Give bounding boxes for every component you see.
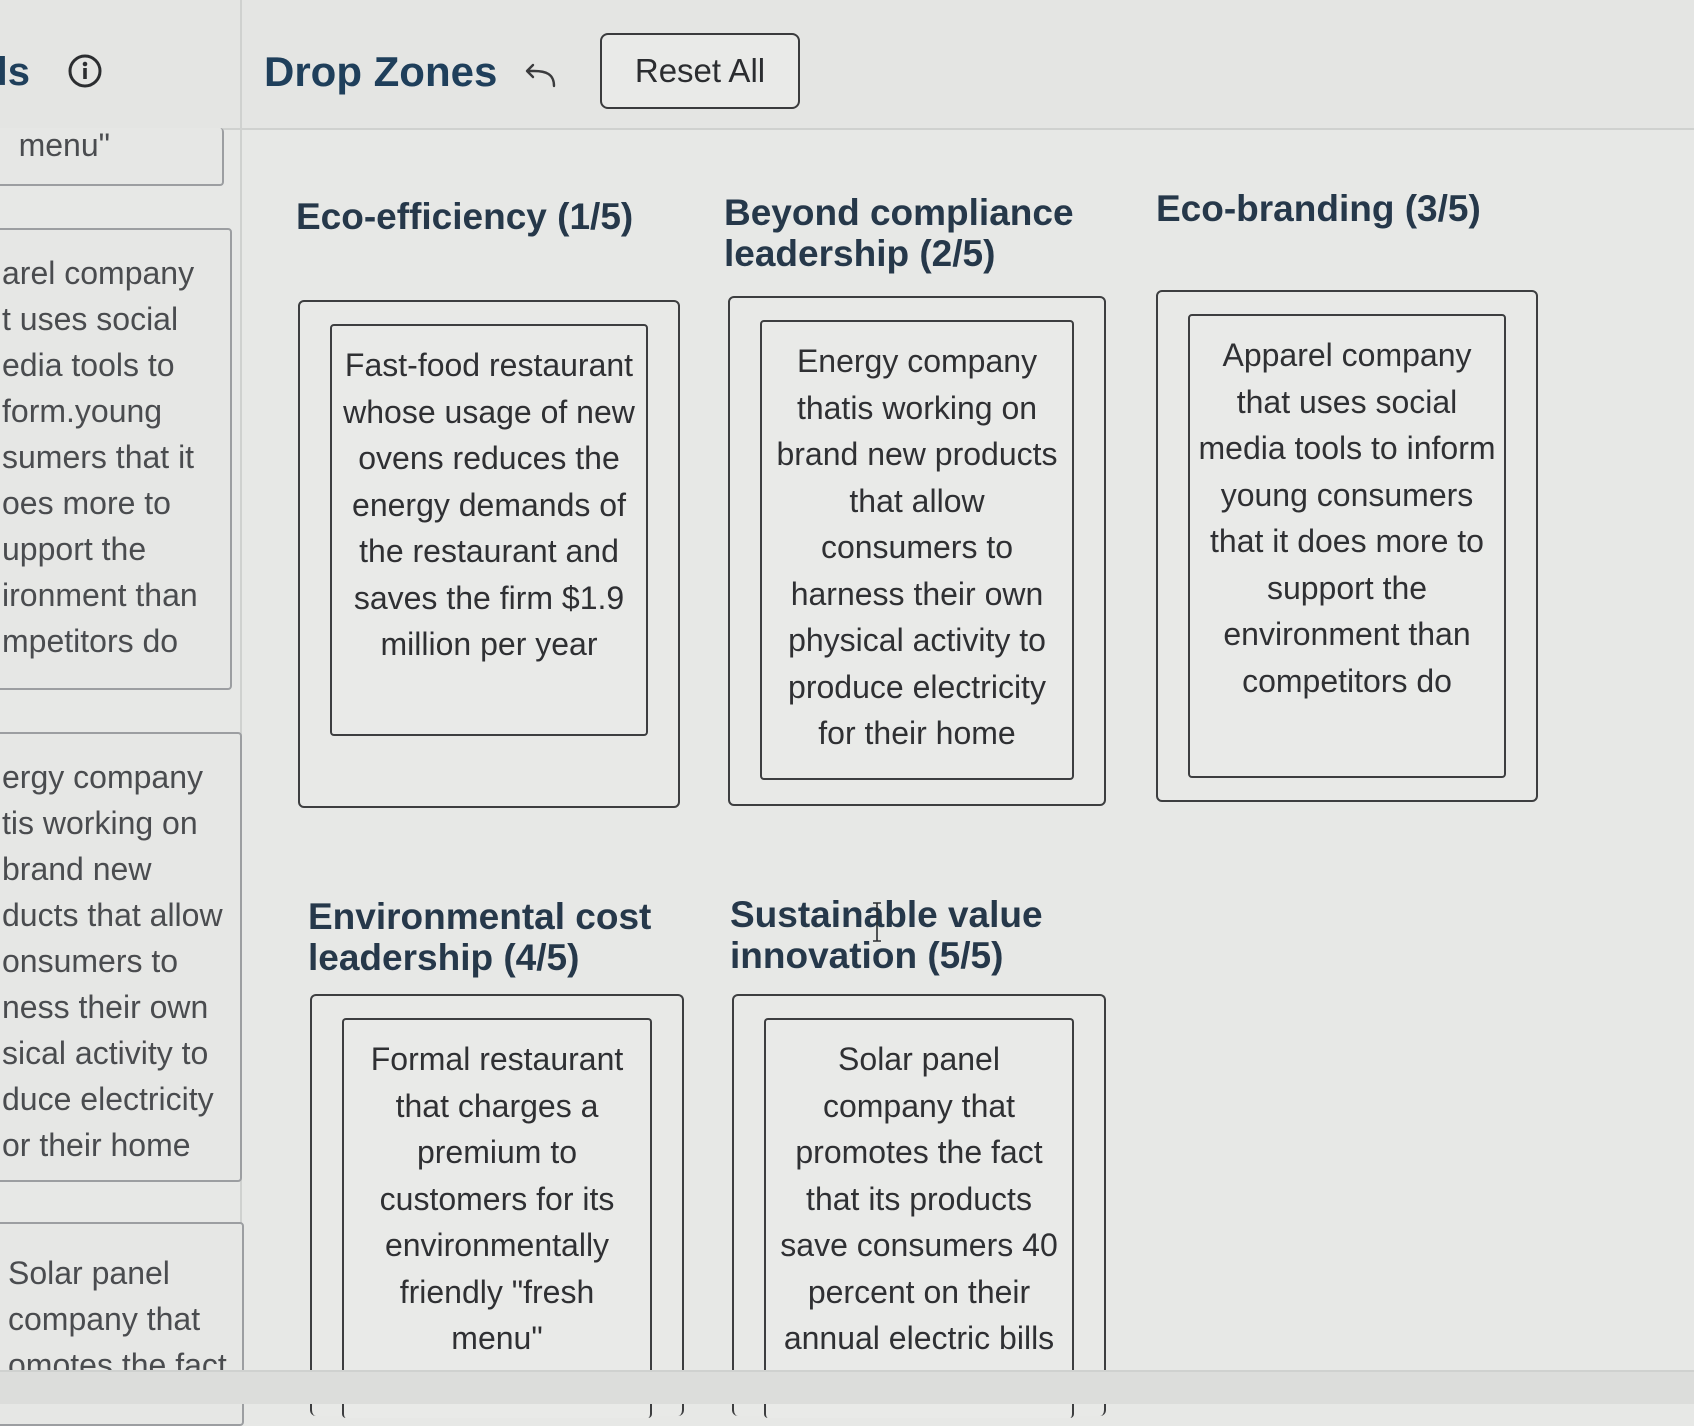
placed-card[interactable]: Solar panel company that promotes the fa… xyxy=(764,1018,1074,1418)
bottom-strip xyxy=(0,1370,1694,1404)
drop-zone-eco-branding[interactable]: Apparel company that uses social media t… xyxy=(1156,290,1538,802)
zone-heading-eco-efficiency: Eco-efficiency (1/5) xyxy=(296,196,634,237)
info-icon[interactable] xyxy=(68,54,102,88)
drop-zone-sustainable-value[interactable]: Solar panel company that promotes the fa… xyxy=(732,994,1106,1418)
pool-card-text: arel company t uses social edia tools to… xyxy=(2,255,198,659)
drop-zones-title: Drop Zones xyxy=(264,48,498,95)
zone-heading-beyond-compliance: Beyond compliance leadership (2/5) xyxy=(724,192,1074,274)
pool-card-text: ergy company tis working on brand new du… xyxy=(2,759,223,1163)
pool-panel-title: ls xyxy=(0,50,30,94)
pool-card-fragment[interactable]: menu" xyxy=(0,128,224,186)
placed-card[interactable]: Energy company thatis working on brand n… xyxy=(760,320,1074,780)
drop-zone-eco-efficiency[interactable]: Fast-food restaurant whose usage of new … xyxy=(298,300,680,808)
undo-icon[interactable] xyxy=(524,62,558,92)
pool-card-text: menu" xyxy=(18,128,110,163)
drop-zone-environmental-cost[interactable]: Formal restaurant that charges a premium… xyxy=(310,994,684,1418)
pool-card-text: Solar panel company that omotes the fact xyxy=(8,1255,227,1383)
reset-all-button[interactable]: Reset All xyxy=(600,33,800,109)
placed-card[interactable]: Formal restaurant that charges a premium… xyxy=(342,1018,652,1418)
zone-heading-sustainable-value: Sustainable value innovation (5/5) xyxy=(730,894,1043,976)
pool-card-apparel[interactable]: arel company t uses social edia tools to… xyxy=(0,228,232,690)
placed-card[interactable]: Apparel company that uses social media t… xyxy=(1188,314,1506,778)
top-bar xyxy=(0,0,1694,130)
placed-card[interactable]: Fast-food restaurant whose usage of new … xyxy=(330,324,648,736)
zone-heading-eco-branding: Eco-branding (3/5) xyxy=(1156,188,1481,229)
zone-heading-environmental-cost: Environmental cost leadership (4/5) xyxy=(308,896,652,978)
pool-card-energy[interactable]: ergy company tis working on brand new du… xyxy=(0,732,242,1182)
text-cursor-icon xyxy=(873,902,881,942)
drop-zone-beyond-compliance[interactable]: Energy company thatis working on brand n… xyxy=(728,296,1106,806)
